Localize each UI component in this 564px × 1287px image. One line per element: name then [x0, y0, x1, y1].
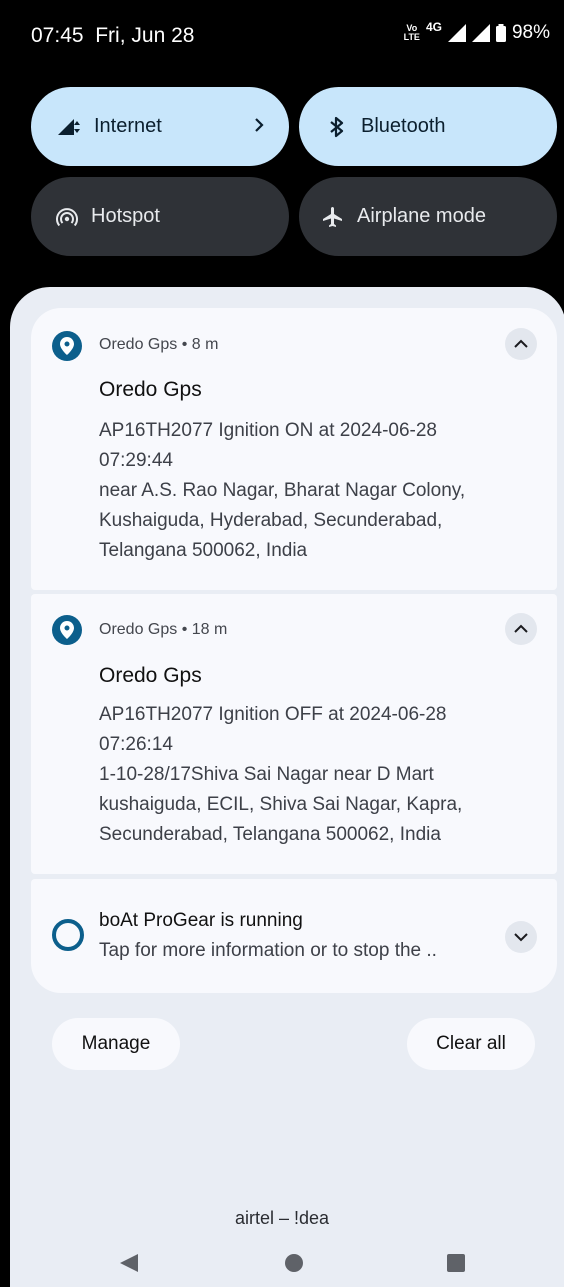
back-icon[interactable] [118, 1252, 138, 1274]
ring-app-icon [52, 919, 84, 951]
chevron-right-icon [253, 115, 265, 141]
signal-icon [58, 115, 82, 139]
airplane-icon [321, 205, 345, 229]
chevron-down-icon [514, 933, 528, 942]
notification-text: Tap for more information or to stop the … [99, 940, 437, 961]
navigation-bar [0, 1242, 564, 1282]
hotspot-icon [55, 205, 79, 229]
recents-icon[interactable] [445, 1252, 467, 1274]
notification-title: Oredo Gps [99, 378, 202, 401]
location-pin-icon [52, 331, 82, 361]
notification-card[interactable]: Oredo Gps • 18 m Oredo Gps AP16TH2077 Ig… [31, 594, 557, 874]
notification-app-meta: Oredo Gps • 8 m [99, 336, 219, 353]
collapse-button[interactable] [505, 328, 537, 360]
tile-airplane-label: Airplane mode [357, 205, 486, 227]
tile-hotspot-label: Hotspot [91, 205, 160, 227]
notification-app-meta: Oredo Gps • 18 m [99, 621, 228, 638]
tile-bluetooth[interactable]: Bluetooth [299, 87, 557, 166]
battery-icon [495, 24, 506, 42]
carrier-label: airtel – !dea [234, 1208, 330, 1228]
tile-bluetooth-label: Bluetooth [361, 115, 446, 137]
manage-button[interactable]: Manage [52, 1018, 180, 1070]
tile-internet-label: Internet [94, 115, 162, 137]
location-pin-icon [52, 615, 82, 645]
volte-icon: Vo LTE [403, 23, 420, 42]
collapse-button[interactable] [505, 613, 537, 645]
status-date: Fri, Jun 28 [95, 24, 195, 47]
chevron-up-icon [514, 624, 528, 633]
tile-airplane-mode[interactable]: Airplane mode [299, 177, 557, 256]
expand-button[interactable] [505, 921, 537, 953]
battery-percent: 98% [511, 22, 550, 43]
chevron-up-icon [514, 339, 528, 348]
notification-title: Oredo Gps [99, 664, 202, 687]
tile-internet[interactable]: Internet [31, 87, 289, 166]
status-time: 07:45 Fri, Jun 28 [31, 24, 195, 47]
notification-body: AP16TH2077 Ignition OFF at 2024-06-28 07… [99, 704, 463, 845]
cell-signal-icon [447, 24, 466, 42]
home-icon[interactable] [283, 1252, 305, 1274]
notification-title: boAt ProGear is running [99, 910, 303, 931]
bluetooth-icon [325, 115, 349, 139]
status-bar: 07:45 Fri, Jun 28 Vo LTE 4G 98% [0, 0, 564, 70]
notification-card[interactable]: Oredo Gps • 8 m Oredo Gps AP16TH2077 Ign… [31, 308, 557, 590]
notification-card[interactable]: boAt ProGear is running Tap for more inf… [31, 879, 557, 993]
network-type-label: 4G [425, 20, 442, 34]
tile-hotspot[interactable]: Hotspot [31, 177, 289, 256]
notification-body: AP16TH2077 Ignition ON at 2024-06-28 07:… [99, 420, 466, 561]
clear-all-button[interactable]: Clear all [407, 1018, 535, 1070]
cell-signal-2-icon [471, 24, 490, 42]
